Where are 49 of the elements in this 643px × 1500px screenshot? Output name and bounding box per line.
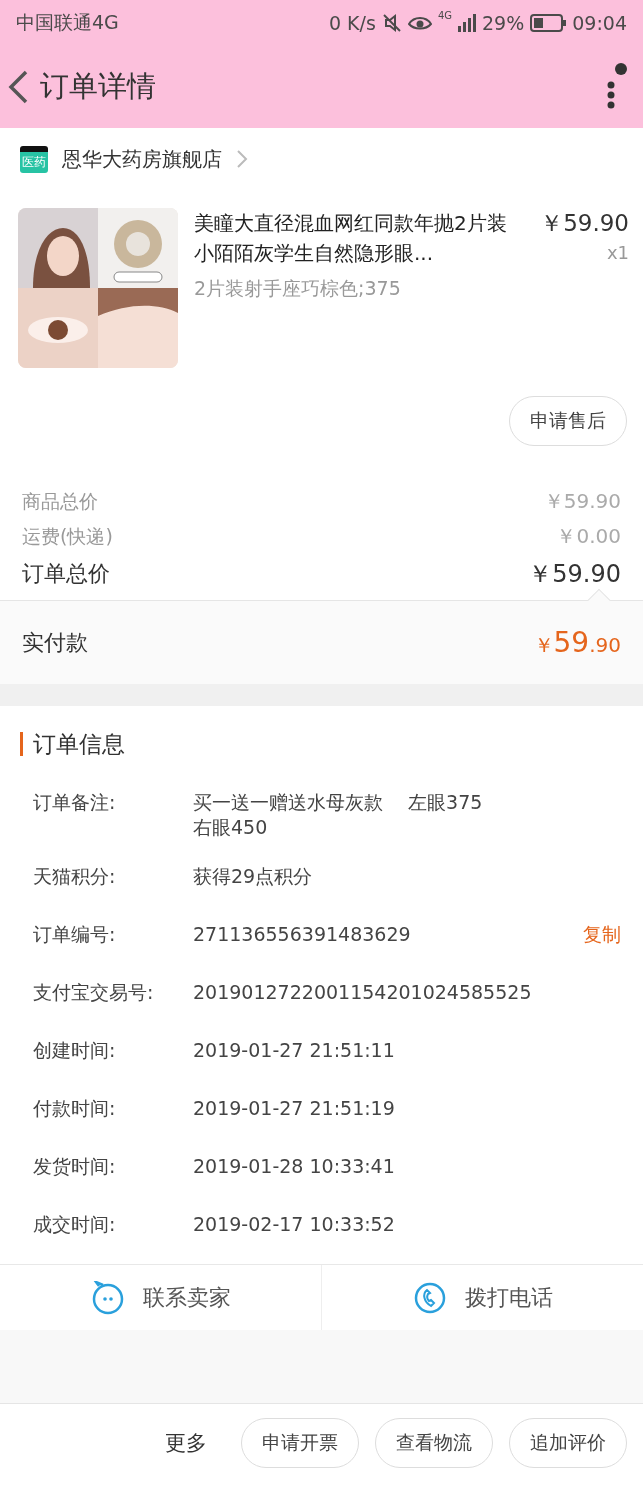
smiley-chat-icon: [90, 1280, 125, 1315]
network-speed: 0 K/s: [329, 11, 376, 34]
cost-value: ￥59.90: [528, 559, 621, 590]
info-label: 订单备注:: [33, 790, 117, 815]
cost-label: 运费(快递): [22, 523, 113, 549]
product-quantity: x1: [606, 242, 629, 263]
phone-icon: [412, 1280, 447, 1315]
after-sale-button[interactable]: 申请售后: [509, 396, 627, 446]
store-name[interactable]: 恩华大药房旗舰店: [62, 145, 222, 173]
info-value: 2019-01-27 21:51:19: [193, 1096, 396, 1121]
info-label: 创建时间:: [33, 1038, 117, 1063]
back-icon[interactable]: [6, 68, 30, 105]
info-value: 2019012722001154201024585525: [193, 980, 533, 1005]
info-value: 买一送一赠送水母灰款 左眼375 右眼450: [193, 790, 484, 840]
info-value: 获得29点积分: [193, 864, 314, 889]
info-value: 271136556391483629: [193, 922, 412, 947]
info-value: 2019-02-17 10:33:52: [193, 1212, 396, 1237]
battery-percent: 29%: [482, 11, 525, 34]
cost-value: ￥0.00: [556, 523, 621, 550]
clock: 09:04: [572, 11, 627, 34]
info-label: 天猫积分:: [33, 864, 117, 889]
cost-value: ￥59.90: [543, 488, 621, 515]
store-badge: 医药: [20, 145, 48, 173]
product-title[interactable]: 美瞳大直径混血网红同款年抛2片装小陌陌灰学生自然隐形眼...: [194, 208, 523, 268]
product-price: ￥59.90: [540, 209, 629, 238]
action-button[interactable]: 申请开票: [241, 1418, 359, 1468]
carrier-text: 中国联通4G: [16, 9, 119, 35]
cost-label: 商品总价: [22, 488, 98, 514]
battery-icon: [530, 13, 567, 32]
info-value: 2019-01-27 21:51:11: [193, 1038, 396, 1063]
more-menu-icon[interactable]: [605, 62, 629, 111]
action-button[interactable]: 查看物流: [375, 1418, 493, 1468]
info-label: 成交时间:: [33, 1212, 117, 1237]
page-title: 订单详情: [40, 67, 156, 105]
info-label: 支付宝交易号:: [33, 980, 155, 1005]
paid-label: 实付款: [22, 628, 88, 657]
info-label: 订单编号:: [33, 922, 117, 947]
more-link[interactable]: 更多: [165, 1429, 207, 1457]
section-title: 订单信息: [20, 732, 125, 756]
cost-label: 订单总价: [22, 560, 110, 588]
network-type: 4G: [437, 10, 452, 21]
action-button[interactable]: 追加评价: [509, 1418, 627, 1468]
info-label: 发货时间:: [33, 1154, 117, 1179]
product-sku: 2片装射手座巧棕色;375: [194, 276, 402, 301]
mute-icon: [381, 12, 402, 33]
paid-amount: ￥59.90: [533, 626, 621, 659]
info-label: 付款时间:: [33, 1096, 117, 1121]
info-value: 2019-01-28 10:33:41: [193, 1154, 396, 1179]
signal-icon: [458, 13, 476, 32]
